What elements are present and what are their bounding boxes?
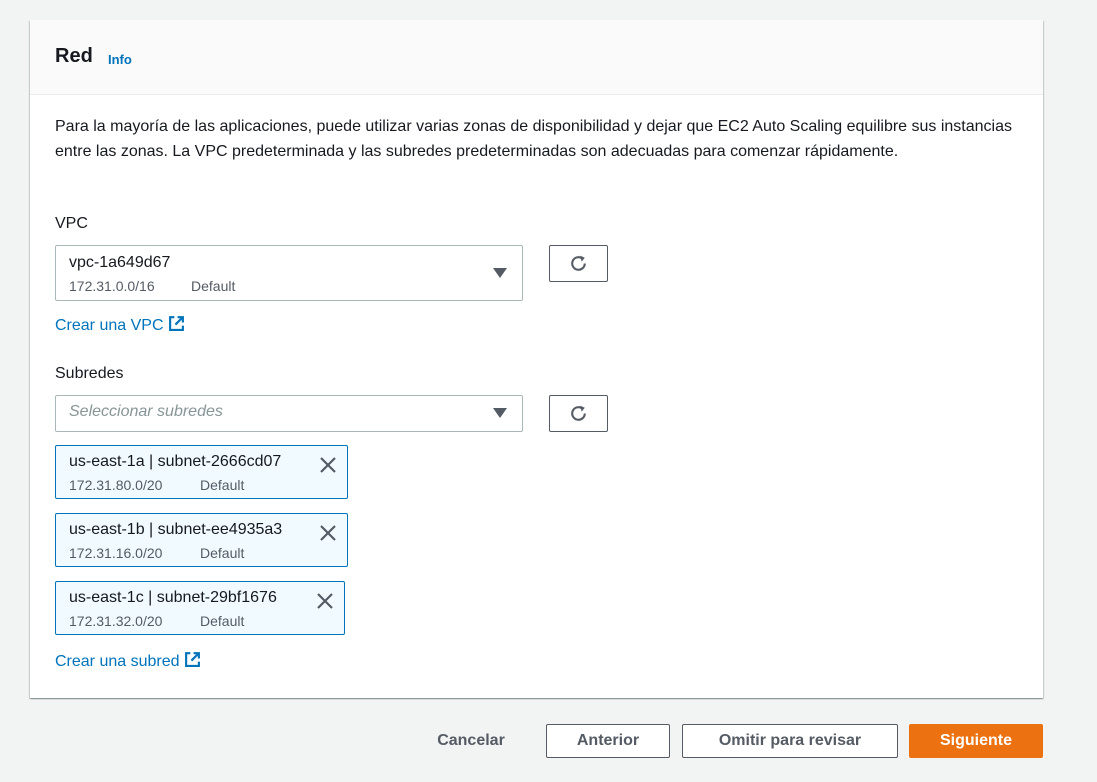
vpc-selected-tag: Default <box>191 278 236 294</box>
chevron-down-icon <box>493 268 507 278</box>
subnet-token-name: us-east-1c | subnet-29bf1676 <box>69 589 277 606</box>
create-subnet-link-label: Crear una subred <box>55 653 180 670</box>
vpc-selected-cidr: 172.31.0.0/16 <box>69 278 155 294</box>
subnet-token-tag: Default <box>200 477 245 493</box>
close-icon[interactable] <box>318 455 338 475</box>
subnet-token: us-east-1c | subnet-29bf1676 172.31.32.0… <box>55 581 345 635</box>
subnets-refresh-button[interactable] <box>549 395 608 432</box>
external-link-icon <box>184 652 200 667</box>
subnet-token-name: us-east-1a | subnet-2666cd07 <box>69 453 282 470</box>
subnet-token-cidr: 172.31.16.0/20 <box>69 545 163 561</box>
close-icon[interactable] <box>315 591 335 611</box>
external-link-icon <box>168 316 184 331</box>
refresh-icon <box>571 405 586 421</box>
panel-header: Red Info <box>30 20 1043 95</box>
subnet-token-cidr: 172.31.32.0/20 <box>69 613 163 629</box>
chevron-down-icon <box>493 408 507 418</box>
subnet-token-cidr: 172.31.80.0/20 <box>69 477 163 493</box>
create-vpc-link[interactable]: Crear una VPC <box>55 315 185 335</box>
subnet-token: us-east-1a | subnet-2666cd07 172.31.80.0… <box>55 445 348 499</box>
subnets-select[interactable]: Seleccionar subredes <box>55 395 523 432</box>
subnet-token: us-east-1b | subnet-ee4935a3 172.31.16.0… <box>55 513 348 567</box>
network-panel: Red Info Para la mayoría de las aplicaci… <box>30 20 1043 698</box>
close-icon[interactable] <box>318 523 338 543</box>
subnet-token-tag: Default <box>200 545 245 561</box>
vpc-selected-value: vpc-1a649d67 <box>69 254 171 271</box>
subnet-token-name: us-east-1b | subnet-ee4935a3 <box>69 521 283 538</box>
vpc-refresh-button[interactable] <box>549 245 608 282</box>
vpc-label: VPC <box>55 215 88 232</box>
subnet-token-tag: Default <box>200 613 245 629</box>
panel-title: Red <box>55 45 93 67</box>
info-link[interactable]: Info <box>108 52 132 67</box>
create-vpc-link-label: Crear una VPC <box>55 317 164 334</box>
refresh-icon <box>571 255 586 271</box>
previous-button[interactable]: Anterior <box>546 724 670 758</box>
cancel-button[interactable]: Cancelar <box>421 724 521 758</box>
subnets-placeholder: Seleccionar subredes <box>69 403 223 420</box>
vpc-select[interactable]: vpc-1a649d67 172.31.0.0/16 Default <box>55 245 523 301</box>
skip-to-review-button[interactable]: Omitir para revisar <box>682 724 898 758</box>
subnets-label: Subredes <box>55 365 124 382</box>
next-button[interactable]: Siguiente <box>909 724 1043 758</box>
panel-description: Para la mayoría de las aplicaciones, pue… <box>55 118 1012 160</box>
create-subnet-link[interactable]: Crear una subred <box>55 651 201 671</box>
